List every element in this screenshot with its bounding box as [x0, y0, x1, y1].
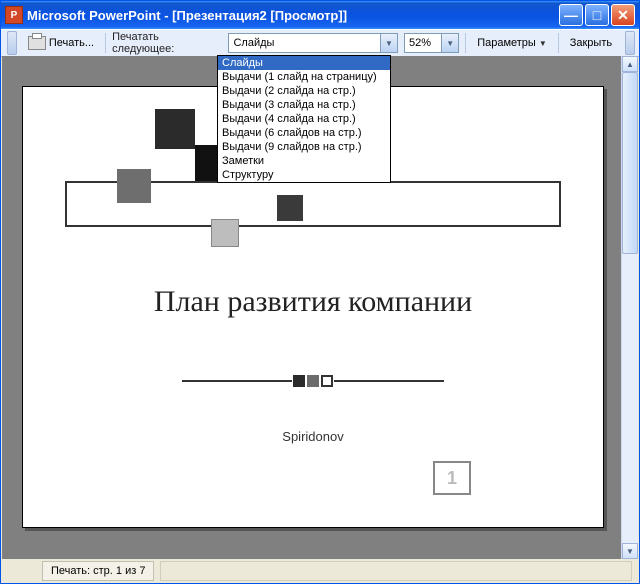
- status-spacer: [160, 561, 632, 581]
- toolbar-separator: [465, 33, 466, 53]
- chevron-down-icon[interactable]: ▼: [380, 34, 397, 52]
- zoom-value: 52%: [405, 37, 441, 49]
- close-icon: ✕: [617, 8, 629, 22]
- toolbar-grip: [7, 31, 17, 55]
- divider-square: [321, 375, 333, 387]
- app-window: P Microsoft PowerPoint - [Презентация2 […: [0, 0, 640, 584]
- print-what-option[interactable]: Выдачи (6 слайдов на стр.): [218, 126, 390, 140]
- vertical-scrollbar[interactable]: ▲ ▼: [621, 56, 638, 559]
- slide-title: План развития компании: [45, 285, 581, 319]
- printer-icon: [28, 36, 46, 50]
- maximize-button[interactable]: □: [585, 4, 609, 26]
- decoration-square: [277, 195, 303, 221]
- print-what-dropdown-list[interactable]: СлайдыВыдачи (1 слайд на страницу)Выдачи…: [217, 55, 391, 183]
- print-what-selected: Слайды: [229, 37, 380, 49]
- scroll-up-button[interactable]: ▲: [622, 56, 638, 72]
- window-title: Microsoft PowerPoint - [Презентация2 [Пр…: [27, 8, 559, 23]
- scroll-thumb[interactable]: [622, 72, 638, 254]
- print-what-option[interactable]: Выдачи (3 слайда на стр.): [218, 98, 390, 112]
- chevron-down-icon: ▼: [626, 547, 634, 556]
- chevron-up-icon: ▲: [626, 60, 634, 69]
- print-button-label: Печать...: [49, 37, 94, 49]
- print-what-option[interactable]: Выдачи (2 слайда на стр.): [218, 84, 390, 98]
- maximize-icon: □: [593, 8, 601, 22]
- decoration-square: [211, 219, 239, 247]
- close-preview-button[interactable]: Закрыть: [565, 35, 617, 51]
- slide-page-number: 1: [433, 461, 471, 495]
- status-print-pages: Печать: стр. 1 из 7: [42, 561, 154, 581]
- divider-square: [307, 375, 319, 387]
- divider-line: [182, 380, 292, 382]
- slide-divider: [45, 375, 581, 387]
- print-what-combo[interactable]: Слайды ▼: [228, 33, 398, 53]
- print-button[interactable]: Печать...: [23, 34, 99, 52]
- divider-square: [293, 375, 305, 387]
- minimize-button[interactable]: —: [559, 4, 583, 26]
- print-what-option[interactable]: Выдачи (4 слайда на стр.): [218, 112, 390, 126]
- print-what-option[interactable]: Заметки: [218, 154, 390, 168]
- options-button[interactable]: Параметры ▼: [472, 35, 552, 51]
- print-what-option[interactable]: Выдачи (9 слайдов на стр.): [218, 140, 390, 154]
- close-window-button[interactable]: ✕: [611, 4, 635, 26]
- chevron-down-icon[interactable]: ▼: [441, 34, 458, 52]
- scroll-down-button[interactable]: ▼: [622, 543, 638, 559]
- window-buttons: — □ ✕: [559, 4, 635, 26]
- status-bar: Печать: стр. 1 из 7: [2, 560, 638, 582]
- print-what-option[interactable]: Выдачи (1 слайд на страницу): [218, 70, 390, 84]
- toolbar-separator: [105, 33, 106, 53]
- toolbar-separator: [558, 33, 559, 53]
- app-icon: P: [5, 6, 23, 24]
- toolbar-overflow[interactable]: [625, 31, 635, 55]
- decoration-square: [117, 169, 151, 203]
- title-bar: P Microsoft PowerPoint - [Презентация2 […: [1, 1, 639, 29]
- print-what-option[interactable]: Структуру: [218, 168, 390, 182]
- close-preview-label: Закрыть: [570, 37, 612, 49]
- minimize-icon: —: [564, 8, 578, 22]
- divider-line: [334, 380, 444, 382]
- options-button-label: Параметры: [477, 37, 536, 49]
- print-what-option[interactable]: Слайды: [218, 56, 390, 70]
- slide-author: Spiridonov: [45, 429, 581, 444]
- print-preview-toolbar: Печать... Печатать следующее: Слайды ▼ 5…: [1, 29, 639, 57]
- chevron-down-icon: ▼: [539, 39, 547, 48]
- zoom-combo[interactable]: 52% ▼: [404, 33, 459, 53]
- decoration-square: [155, 109, 195, 149]
- print-what-label: Печатать следующее:: [112, 31, 222, 55]
